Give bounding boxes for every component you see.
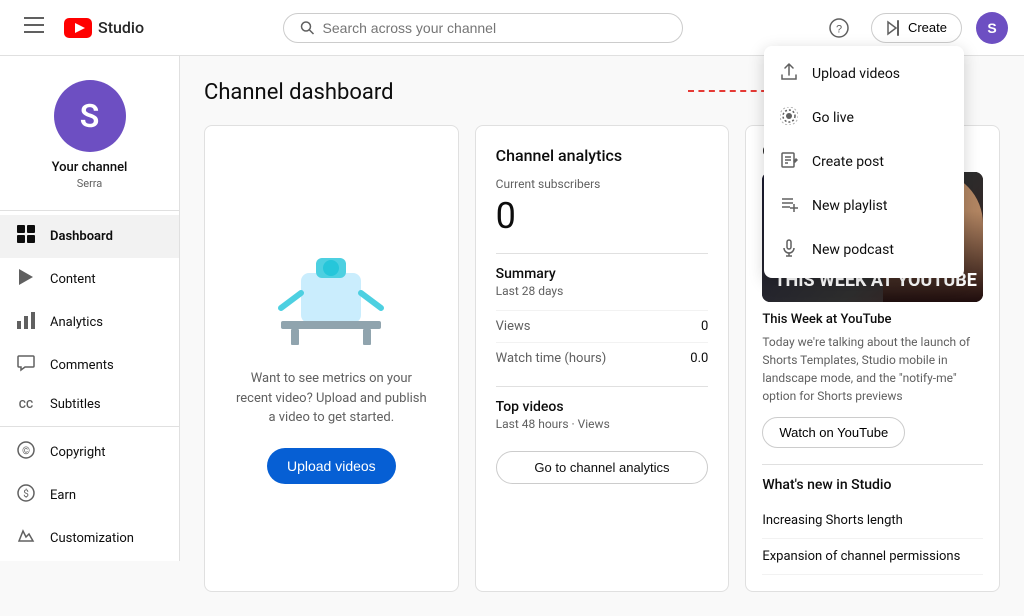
svg-text:©: © (22, 445, 30, 457)
views-label: Views (496, 319, 531, 334)
comments-icon (16, 354, 36, 377)
topbar-left: Studio (16, 10, 144, 46)
menu-button[interactable] (16, 10, 52, 46)
dropdown-menu: Upload videos Go live Create post (764, 46, 964, 278)
analytics-divider (496, 253, 709, 254)
channel-avatar: S (54, 80, 126, 152)
upload-hint: Want to see metrics on your recent video… (231, 369, 431, 428)
search-icon (300, 20, 315, 36)
sidebar-item-earn[interactable]: $ Earn (0, 474, 179, 517)
subscribers-label: Current subscribers (496, 177, 709, 191)
content-icon (16, 268, 36, 291)
create-label: Create (908, 20, 947, 35)
sidebar-item-dashboard[interactable]: Dashboard (0, 215, 179, 258)
sidebar-label-analytics: Analytics (50, 315, 103, 330)
create-post-icon (780, 151, 798, 173)
channel-analytics-button[interactable]: Go to channel analytics (496, 451, 709, 484)
top-videos-title: Top videos (496, 399, 709, 415)
summary-period: Last 28 days (496, 284, 709, 298)
upload-icon (780, 63, 798, 85)
help-icon: ? (829, 18, 849, 38)
sidebar-divider-1 (0, 210, 179, 211)
sidebar-label-comments: Comments (50, 358, 114, 373)
upload-videos-button[interactable]: Upload videos (267, 448, 396, 484)
views-row: Views 0 (496, 310, 709, 342)
subscribers-value: 0 (496, 195, 709, 237)
studio-logo-text: Studio (98, 18, 144, 37)
dropdown-new-playlist-label: New playlist (812, 198, 887, 214)
analytics-divider-2 (496, 386, 709, 387)
sidebar-label-customization: Customization (50, 531, 134, 546)
sidebar-item-customization[interactable]: Customization (0, 517, 179, 560)
dropdown-go-live-label: Go live (812, 110, 854, 126)
creator-description: Today we're talking about the launch of … (762, 333, 983, 405)
watch-time-label: Watch time (hours) (496, 351, 607, 366)
top-videos-period: Last 48 hours · Views (496, 417, 709, 431)
new-podcast-icon (780, 239, 798, 261)
go-live-icon (780, 107, 798, 129)
help-button[interactable]: ? (821, 10, 857, 46)
dropdown-new-playlist[interactable]: New playlist (764, 184, 964, 228)
search-input-wrap[interactable] (283, 13, 683, 43)
sidebar: S Your channel Serra Dashboard Content A… (0, 56, 180, 561)
sidebar-label-content: Content (50, 272, 96, 287)
avatar-button[interactable]: S (976, 12, 1008, 44)
logo[interactable]: Studio (64, 18, 144, 38)
sidebar-label-copyright: Copyright (50, 445, 106, 460)
watch-time-row: Watch time (hours) 0.0 (496, 342, 709, 374)
youtube-logo-icon (64, 18, 92, 38)
watch-youtube-button[interactable]: Watch on YouTube (762, 417, 905, 448)
sidebar-item-comments[interactable]: Comments (0, 344, 179, 387)
sidebar-label-subtitles: Subtitles (50, 397, 101, 412)
earn-icon: $ (16, 484, 36, 507)
watch-time-value: 0.0 (690, 351, 708, 366)
channel-info: S Your channel Serra (0, 68, 179, 206)
analytics-title: Channel analytics (496, 146, 709, 165)
whats-new-section: What's new in Studio Increasing Shorts l… (762, 464, 983, 575)
analytics-icon (16, 311, 36, 334)
new-item-shorts-length[interactable]: Increasing Shorts length (762, 503, 983, 539)
dropdown-go-live[interactable]: Go live (764, 96, 964, 140)
subtitles-icon: CC (16, 398, 36, 411)
dropdown-upload-label: Upload videos (812, 66, 900, 82)
dropdown-create-post-label: Create post (812, 154, 884, 170)
sidebar-item-subtitles[interactable]: CC Subtitles (0, 387, 179, 422)
dropdown-upload-videos[interactable]: Upload videos (764, 52, 964, 96)
upload-card: Want to see metrics on your recent video… (204, 125, 459, 592)
dropdown-new-podcast[interactable]: New podcast (764, 228, 964, 272)
create-icon (886, 20, 902, 36)
sidebar-item-analytics[interactable]: Analytics (0, 301, 179, 344)
create-button[interactable]: Create (871, 13, 962, 43)
hamburger-icon (24, 17, 44, 38)
new-item-channel-permissions[interactable]: Expansion of channel permissions (762, 539, 983, 575)
topbar-right: ? Create S (821, 10, 1008, 46)
svg-text:?: ? (836, 23, 842, 35)
creator-video-title: This Week at YouTube (762, 312, 983, 327)
upload-illustration (261, 233, 401, 353)
analytics-card: Channel analytics Current subscribers 0 … (475, 125, 730, 592)
sidebar-divider-2 (0, 426, 179, 427)
channel-username: Serra (77, 177, 103, 190)
sidebar-item-content[interactable]: Content (0, 258, 179, 301)
sidebar-item-copyright[interactable]: © Copyright (0, 431, 179, 474)
dropdown-create-post[interactable]: Create post (764, 140, 964, 184)
sidebar-label-earn: Earn (50, 488, 76, 503)
search-bar (144, 13, 821, 43)
channel-name: Your channel (52, 160, 128, 175)
sidebar-label-dashboard: Dashboard (50, 229, 113, 244)
search-input[interactable] (323, 20, 666, 36)
views-value: 0 (701, 319, 708, 334)
copyright-icon: © (16, 441, 36, 464)
avatar-letter: S (987, 20, 996, 36)
new-playlist-icon (780, 195, 798, 217)
customization-icon (16, 527, 36, 550)
svg-text:$: $ (23, 487, 29, 500)
whats-new-title: What's new in Studio (762, 477, 983, 493)
summary-title: Summary (496, 266, 709, 282)
dashboard-icon (16, 225, 36, 248)
dropdown-new-podcast-label: New podcast (812, 242, 894, 258)
